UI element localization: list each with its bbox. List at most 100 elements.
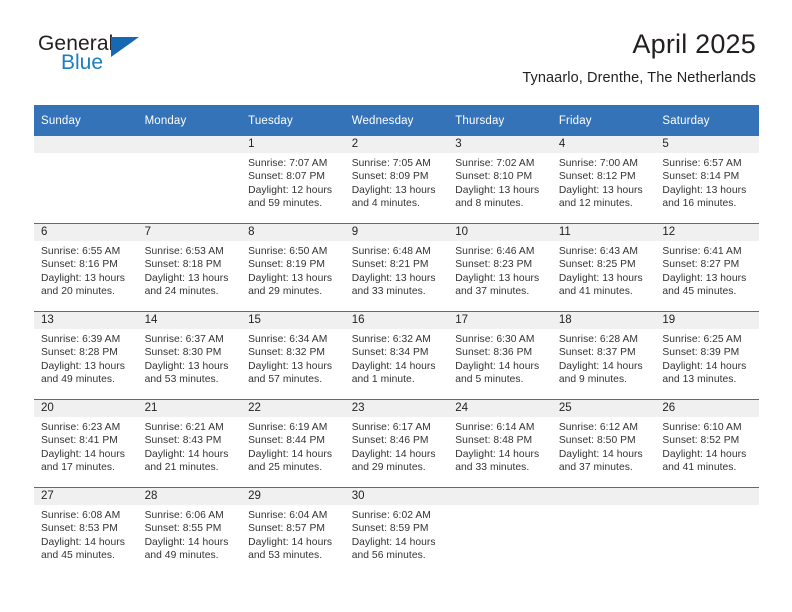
day-detail-line: Daylight: 14 hours — [351, 536, 436, 548]
day-detail-line: and 53 minutes. — [248, 550, 323, 562]
calendar-cell[interactable]: 21 Sunrise: 6:21 AM Sunset: 8:43 PM Dayligh… — [137, 399, 242, 488]
calendar-cell[interactable]: 15 Sunrise: 6:34 AM Sunset: 8:32 PM Dayligh… — [241, 311, 345, 400]
day-detail-line: Sunset: 8:10 PM — [455, 171, 533, 183]
day-detail-line: Sunrise: 6:34 AM — [248, 334, 328, 345]
calendar-cell[interactable]: 5 Sunrise: 6:57 AM Sunset: 8:14 PM Daylight… — [655, 136, 759, 224]
page-subtitle: Tynaarlo, Drenthe, The Netherlands — [522, 70, 756, 86]
day-number-band: 22 — [241, 400, 345, 417]
calendar-cell[interactable]: 14 Sunrise: 6:37 AM Sunset: 8:30 PM Dayligh… — [137, 311, 242, 400]
day-number-band — [448, 488, 552, 505]
calendar-cell[interactable]: 7 Sunrise: 6:53 AM Sunset: 8:18 PM Daylight… — [137, 223, 242, 312]
day-cell-28: 28 Sunrise: 6:06 AM Sunset: 8:55 PM Dayligh… — [137, 488, 242, 575]
day-detail-line: Sunrise: 6:08 AM — [41, 510, 121, 521]
calendar-cell[interactable]: 2 Sunrise: 7:05 AM Sunset: 8:09 PM Daylight… — [344, 136, 449, 224]
calendar-cell[interactable]: 24 Sunrise: 6:14 AM Sunset: 8:48 PM Dayligh… — [448, 399, 552, 488]
day-detail-line: Daylight: 14 hours — [144, 448, 229, 460]
day-number: 28 — [144, 490, 158, 502]
day-detail-line: Daylight: 13 hours — [41, 272, 125, 284]
calendar-cell[interactable]: 13 Sunrise: 6:39 AM Sunset: 8:28 PM Dayligh… — [34, 311, 138, 400]
day-detail-line: Daylight: 14 hours — [558, 448, 643, 460]
calendar-table: Sunday Monday Tuesday Wednesday Thursday… — [34, 105, 759, 575]
calendar-cell[interactable]: 19 Sunrise: 6:25 AM Sunset: 8:39 PM Dayligh… — [655, 311, 759, 400]
calendar-cell[interactable]: 16 Sunrise: 6:32 AM Sunset: 8:34 PM Dayligh… — [344, 311, 449, 400]
calendar-cell[interactable]: 11 Sunrise: 6:43 AM Sunset: 8:25 PM Dayligh… — [551, 223, 656, 312]
day-details: Sunrise: 6:25 AM Sunset: 8:39 PM Daylight:… — [655, 329, 759, 387]
weekday-header-monday: Monday — [137, 105, 242, 136]
weekday-header-tuesday: Tuesday — [241, 105, 345, 136]
logo-text-blue: Blue — [61, 51, 104, 74]
calendar-cell[interactable]: 4 Sunrise: 7:00 AM Sunset: 8:12 PM Daylight… — [551, 136, 656, 224]
day-number: 4 — [558, 138, 566, 150]
day-detail-line: Daylight: 14 hours — [558, 360, 643, 372]
calendar-cell[interactable]: 30 Sunrise: 6:02 AM Sunset: 8:59 PM Dayligh… — [344, 487, 449, 575]
day-cell-22: 22 Sunrise: 6:19 AM Sunset: 8:44 PM Dayligh… — [241, 400, 345, 487]
day-detail-line: Sunrise: 7:07 AM — [248, 158, 328, 169]
day-number: 5 — [662, 138, 669, 150]
general-blue-logo[interactable]: General Blue — [38, 33, 158, 81]
calendar-cell[interactable]: 26 Sunrise: 6:10 AM Sunset: 8:52 PM Dayligh… — [655, 399, 759, 488]
day-cell-7: 7 Sunrise: 6:53 AM Sunset: 8:18 PM Daylight… — [137, 224, 242, 311]
day-detail-line: and 37 minutes. — [455, 286, 530, 298]
calendar-cell[interactable]: 3 Sunrise: 7:02 AM Sunset: 8:10 PM Daylight… — [448, 136, 552, 224]
day-cell-20: 20 Sunrise: 6:23 AM Sunset: 8:41 PM Dayligh… — [34, 400, 138, 487]
day-detail-line: Sunset: 8:07 PM — [248, 171, 326, 183]
day-detail-line: Daylight: 13 hours — [558, 184, 643, 196]
day-detail-line: Sunrise: 6:21 AM — [144, 422, 224, 433]
day-number-band: 1 — [241, 136, 345, 153]
calendar-cell[interactable]: 1 Sunrise: 7:07 AM Sunset: 8:07 PM Daylight… — [241, 136, 345, 224]
calendar-cell[interactable]: 17 Sunrise: 6:30 AM Sunset: 8:36 PM Dayligh… — [448, 311, 552, 400]
day-number-band: 26 — [655, 400, 759, 417]
day-details: Sunrise: 6:32 AM Sunset: 8:34 PM Daylight:… — [345, 329, 449, 387]
calendar-cell[interactable]: 27 Sunrise: 6:08 AM Sunset: 8:53 PM Dayligh… — [34, 487, 138, 575]
calendar-cell[interactable]: 22 Sunrise: 6:19 AM Sunset: 8:44 PM Dayligh… — [241, 399, 345, 488]
day-detail-line: Sunrise: 6:50 AM — [248, 246, 328, 257]
day-detail-line: and 24 minutes. — [144, 286, 219, 298]
calendar-cell[interactable]: 9 Sunrise: 6:48 AM Sunset: 8:21 PM Daylight… — [344, 223, 449, 312]
calendar-cell[interactable]: 8 Sunrise: 6:50 AM Sunset: 8:19 PM Daylight… — [241, 223, 345, 312]
calendar-cell[interactable]: 29 Sunrise: 6:04 AM Sunset: 8:57 PM Dayligh… — [241, 487, 345, 575]
calendar-cell[interactable]: 25 Sunrise: 6:12 AM Sunset: 8:50 PM Dayligh… — [551, 399, 656, 488]
day-cell-6: 6 Sunrise: 6:55 AM Sunset: 8:16 PM Daylight… — [34, 224, 138, 311]
day-detail-line: Sunset: 8:44 PM — [248, 435, 326, 447]
day-detail-line: and 41 minutes. — [662, 462, 737, 474]
calendar-cell[interactable]: 6 Sunrise: 6:55 AM Sunset: 8:16 PM Daylight… — [34, 223, 138, 312]
day-detail-line: Sunset: 8:14 PM — [662, 171, 740, 183]
day-detail-line: and 25 minutes. — [248, 462, 323, 474]
day-detail-line: and 49 minutes. — [41, 374, 116, 386]
day-number-band: 28 — [137, 488, 242, 505]
day-cell-21: 21 Sunrise: 6:21 AM Sunset: 8:43 PM Dayligh… — [137, 400, 242, 487]
day-detail-line: Sunset: 8:55 PM — [144, 523, 222, 535]
calendar-cell[interactable]: 12 Sunrise: 6:41 AM Sunset: 8:27 PM Dayligh… — [655, 223, 759, 312]
day-detail-line: Daylight: 14 hours — [455, 360, 540, 372]
day-details: Sunrise: 6:28 AM Sunset: 8:37 PM Daylight:… — [552, 329, 656, 387]
day-detail-line: and 9 minutes. — [558, 374, 628, 386]
day-detail-line: Sunset: 8:32 PM — [248, 347, 326, 359]
day-detail-line: Sunset: 8:39 PM — [662, 347, 740, 359]
day-detail-line: Daylight: 13 hours — [248, 360, 333, 372]
day-number-band: 17 — [448, 312, 552, 329]
calendar-cell[interactable]: 20 Sunrise: 6:23 AM Sunset: 8:41 PM Dayligh… — [34, 399, 138, 488]
weekday-header-sunday: Sunday — [34, 105, 138, 136]
day-number: 26 — [662, 402, 676, 414]
day-number-band: 2 — [344, 136, 449, 153]
day-number-band: 9 — [344, 224, 449, 241]
calendar-week-row: 1 Sunrise: 7:07 AM Sunset: 8:07 PM Daylight… — [34, 136, 759, 224]
calendar-week-row: 13 Sunrise: 6:39 AM Sunset: 8:28 PM Dayligh… — [34, 311, 759, 400]
day-cell-8: 8 Sunrise: 6:50 AM Sunset: 8:19 PM Daylight… — [241, 224, 345, 311]
day-detail-line: Sunrise: 6:17 AM — [351, 422, 431, 433]
day-detail-line: Daylight: 13 hours — [662, 272, 747, 284]
day-cell-11: 11 Sunrise: 6:43 AM Sunset: 8:25 PM Dayligh… — [551, 224, 656, 311]
calendar-cell[interactable]: 28 Sunrise: 6:06 AM Sunset: 8:55 PM Dayligh… — [137, 487, 242, 575]
day-number-band: 8 — [241, 224, 345, 241]
calendar-cell[interactable]: 18 Sunrise: 6:28 AM Sunset: 8:37 PM Dayligh… — [551, 311, 656, 400]
day-detail-line: Sunset: 8:57 PM — [248, 523, 326, 535]
day-number: 25 — [558, 402, 572, 414]
calendar-cell[interactable]: 10 Sunrise: 6:46 AM Sunset: 8:23 PM Dayligh… — [448, 223, 552, 312]
calendar-cell[interactable]: 23 Sunrise: 6:17 AM Sunset: 8:46 PM Dayligh… — [344, 399, 449, 488]
day-detail-line: Sunrise: 6:46 AM — [455, 246, 535, 257]
day-detail-line: and 56 minutes. — [351, 550, 426, 562]
day-detail-line: Sunrise: 6:55 AM — [41, 246, 121, 257]
day-detail-line: and 57 minutes. — [248, 374, 323, 386]
day-detail-line: and 53 minutes. — [144, 374, 219, 386]
page-title: April 2025 — [632, 29, 756, 59]
